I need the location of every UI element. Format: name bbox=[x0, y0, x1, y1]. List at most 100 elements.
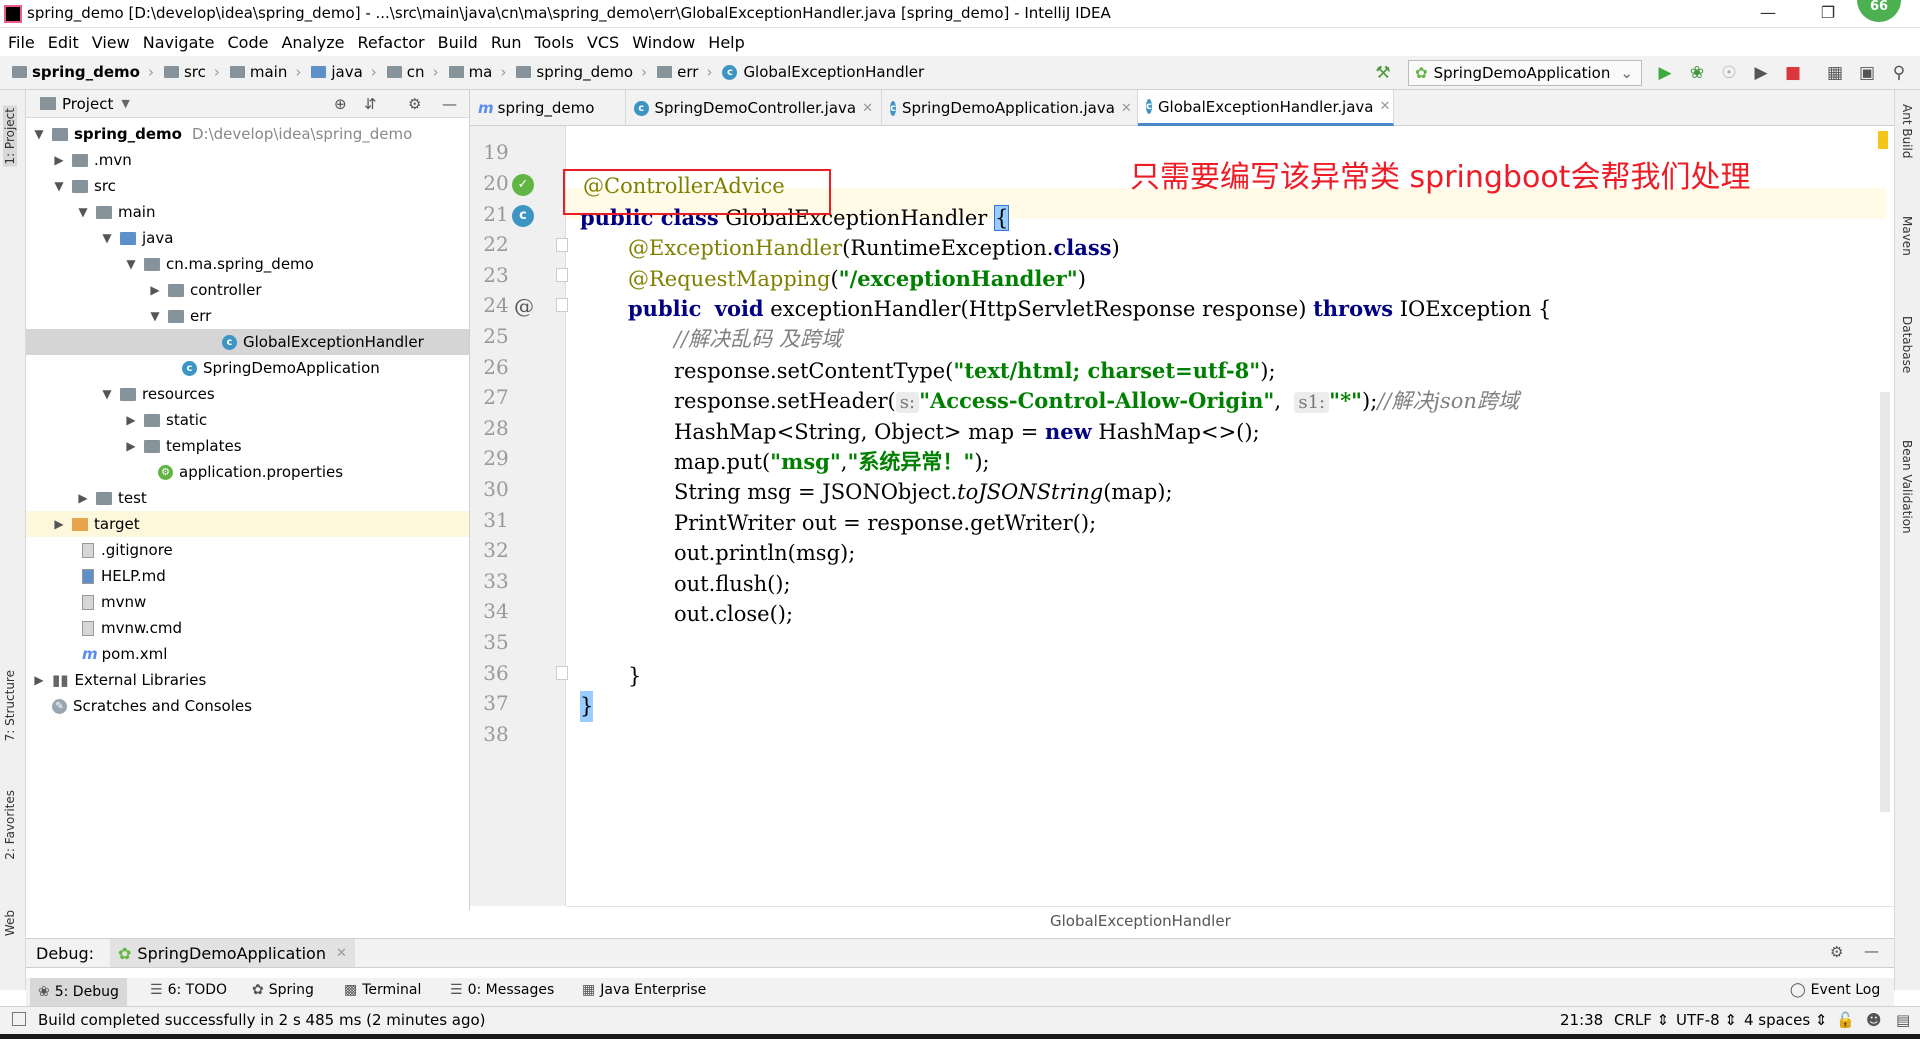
breadcrumb-project[interactable]: spring_demo › bbox=[12, 63, 160, 81]
menu-tools[interactable]: Tools bbox=[535, 33, 574, 52]
code-editor[interactable]: 19 20 21 22 23 24 25 26 27 28 29 30 31 3… bbox=[470, 126, 1894, 934]
tree-item[interactable]: ▼ resources bbox=[100, 381, 214, 407]
gear-icon[interactable]: ⚙ bbox=[1830, 943, 1843, 961]
tab-terminal[interactable]: ▩ Terminal bbox=[344, 982, 421, 998]
tab-spring[interactable]: ✿ Spring bbox=[252, 982, 314, 998]
locate-icon[interactable]: ⊕ bbox=[334, 95, 347, 113]
tab-global-exception-handler[interactable]: c GlobalExceptionHandler.java ✕ bbox=[1138, 90, 1394, 126]
tree-item[interactable]: ▶ ▮▮ External Libraries bbox=[32, 667, 206, 693]
fold-marker-icon[interactable] bbox=[556, 238, 568, 252]
close-icon[interactable]: ✕ bbox=[862, 101, 873, 116]
chevron-down-icon[interactable]: ▼ bbox=[121, 97, 129, 110]
indent-setting[interactable]: 4 spaces ⇕ bbox=[1744, 1011, 1827, 1029]
menu-edit[interactable]: Edit bbox=[48, 33, 79, 52]
breadcrumb-java[interactable]: java › bbox=[311, 63, 382, 81]
tool-database[interactable]: Database bbox=[1900, 316, 1914, 373]
menu-view[interactable]: View bbox=[92, 33, 130, 52]
tree-item[interactable]: HELP.md bbox=[82, 563, 166, 589]
event-log-button[interactable]: ◯ Event Log bbox=[1790, 982, 1880, 998]
close-icon[interactable]: ✕ bbox=[1121, 101, 1132, 116]
override-gutter-icon[interactable]: @ bbox=[512, 294, 536, 318]
debug-icon[interactable]: ❀ bbox=[1686, 62, 1708, 84]
breadcrumb-main[interactable]: main › bbox=[229, 63, 307, 81]
hide-icon[interactable]: — bbox=[1864, 942, 1879, 960]
error-stripe-marker[interactable] bbox=[1878, 131, 1888, 149]
tool-favorites[interactable]: 2: Favorites bbox=[3, 790, 17, 860]
minimize-icon[interactable]: — bbox=[1753, 3, 1783, 22]
gear-icon[interactable]: ⚙ bbox=[408, 95, 421, 113]
run-icon[interactable]: ▶ bbox=[1654, 62, 1676, 84]
menu-run[interactable]: Run bbox=[491, 33, 522, 52]
breadcrumb-class[interactable]: c GlobalExceptionHandler bbox=[722, 63, 924, 81]
tree-item-selected[interactable]: c GlobalExceptionHandler bbox=[26, 329, 469, 355]
tool-bean-validation[interactable]: Bean Validation bbox=[1900, 440, 1914, 534]
tree-item[interactable]: ▶ target bbox=[26, 511, 469, 537]
menu-vcs[interactable]: VCS bbox=[587, 33, 619, 52]
menu-window[interactable]: Window bbox=[632, 33, 695, 52]
profile-icon[interactable]: ▶ bbox=[1750, 62, 1772, 84]
status-message[interactable]: Build completed successfully in 2 s 485 … bbox=[38, 1011, 486, 1029]
fold-marker-icon[interactable] bbox=[556, 298, 568, 312]
project-structure-icon[interactable]: ▦ bbox=[1824, 62, 1846, 84]
tab-messages[interactable]: ☰ 0: Messages bbox=[450, 982, 554, 998]
close-icon[interactable]: ✕ bbox=[1380, 99, 1391, 114]
tool-web[interactable]: Web bbox=[3, 910, 17, 936]
tree-item[interactable]: ▼ src bbox=[52, 173, 116, 199]
tree-item[interactable]: ✎ Scratches and Consoles bbox=[52, 693, 252, 719]
tree-item[interactable]: mvnw bbox=[82, 589, 146, 615]
layout-icon[interactable]: ▣ bbox=[1856, 62, 1878, 84]
tree-item[interactable]: ▼ cn.ma.spring_demo bbox=[124, 251, 313, 277]
line-separator[interactable]: CRLF ⇕ bbox=[1614, 1011, 1669, 1029]
build-hammer-icon[interactable]: ⚒ bbox=[1372, 62, 1394, 84]
stop-icon[interactable]: ■ bbox=[1782, 62, 1804, 84]
tab-spring-demo[interactable]: m spring_demo bbox=[470, 90, 626, 126]
tree-item[interactable]: ▶ test bbox=[76, 485, 146, 511]
tool-structure[interactable]: 7: Structure bbox=[3, 670, 17, 741]
caret-position[interactable]: 21:38 bbox=[1560, 1011, 1603, 1029]
spring-bean-gutter-icon[interactable]: ✓ bbox=[512, 174, 534, 196]
breadcrumb-spring-demo[interactable]: spring_demo › bbox=[516, 63, 653, 81]
menu-build[interactable]: Build bbox=[438, 33, 478, 52]
tab-spring-demo-application[interactable]: c SpringDemoApplication.java ✕ bbox=[882, 90, 1138, 126]
tree-item[interactable]: ▼ java bbox=[100, 225, 173, 251]
close-icon[interactable]: ✕ bbox=[336, 946, 347, 961]
run-configuration-select[interactable]: ✿ SpringDemoApplication ⌄ bbox=[1408, 60, 1642, 86]
breadcrumb-ma[interactable]: ma › bbox=[448, 63, 513, 81]
editor-scrollbar[interactable] bbox=[1880, 392, 1890, 812]
memory-indicator-icon[interactable]: ▤ bbox=[1896, 1011, 1910, 1029]
tree-item[interactable]: ▼ err bbox=[148, 303, 211, 329]
menu-refactor[interactable]: Refactor bbox=[358, 33, 425, 52]
tree-item[interactable]: m pom.xml bbox=[82, 641, 167, 667]
tree-item[interactable]: mvnw.cmd bbox=[82, 615, 182, 641]
tool-maven[interactable]: Maven bbox=[1900, 216, 1914, 256]
project-view-selector[interactable]: Project bbox=[62, 95, 113, 113]
tab-java-enterprise[interactable]: ▦ Java Enterprise bbox=[582, 982, 706, 998]
lock-icon[interactable]: 🔓 bbox=[1836, 1011, 1855, 1029]
collapse-icon[interactable]: ⇵ bbox=[364, 95, 377, 113]
tree-item[interactable]: ▶ .mvn bbox=[52, 147, 131, 173]
tree-item[interactable]: c SpringDemoApplication bbox=[182, 355, 380, 381]
menu-file[interactable]: File bbox=[8, 33, 35, 52]
tool-windows-icon[interactable] bbox=[12, 1012, 26, 1026]
tree-root[interactable]: ▼ spring_demo D:\develop\idea\spring_demo bbox=[32, 121, 412, 147]
inspector-icon[interactable]: ☻ bbox=[1866, 1011, 1882, 1029]
breadcrumb-err[interactable]: err › bbox=[657, 63, 718, 81]
fold-marker-icon[interactable] bbox=[556, 268, 568, 282]
hide-icon[interactable]: — bbox=[442, 95, 457, 113]
tool-project[interactable]: 1: Project bbox=[3, 106, 17, 167]
tree-item[interactable]: ▶ controller bbox=[148, 277, 261, 303]
tree-item[interactable]: ⚙ application.properties bbox=[158, 459, 343, 485]
tree-item[interactable]: ▶ templates bbox=[124, 433, 241, 459]
coverage-icon[interactable]: ☉ bbox=[1718, 62, 1740, 84]
tree-item[interactable]: .gitignore bbox=[82, 537, 173, 563]
search-icon[interactable]: ⚲ bbox=[1888, 62, 1910, 84]
tool-ant-build[interactable]: Ant Build bbox=[1900, 104, 1914, 158]
menu-help[interactable]: Help bbox=[708, 33, 744, 52]
tab-spring-demo-controller[interactable]: c SpringDemoController.java ✕ bbox=[626, 90, 882, 126]
tab-todo[interactable]: ☰ 6: TODO bbox=[150, 982, 227, 998]
tree-item[interactable]: ▼ main bbox=[76, 199, 155, 225]
editor-breadcrumb[interactable]: GlobalExceptionHandler bbox=[566, 906, 1894, 934]
breadcrumb-cn[interactable]: cn › bbox=[386, 63, 445, 81]
menu-code[interactable]: Code bbox=[228, 33, 269, 52]
tab-debug[interactable]: ❀ 5: Debug bbox=[30, 978, 127, 1006]
